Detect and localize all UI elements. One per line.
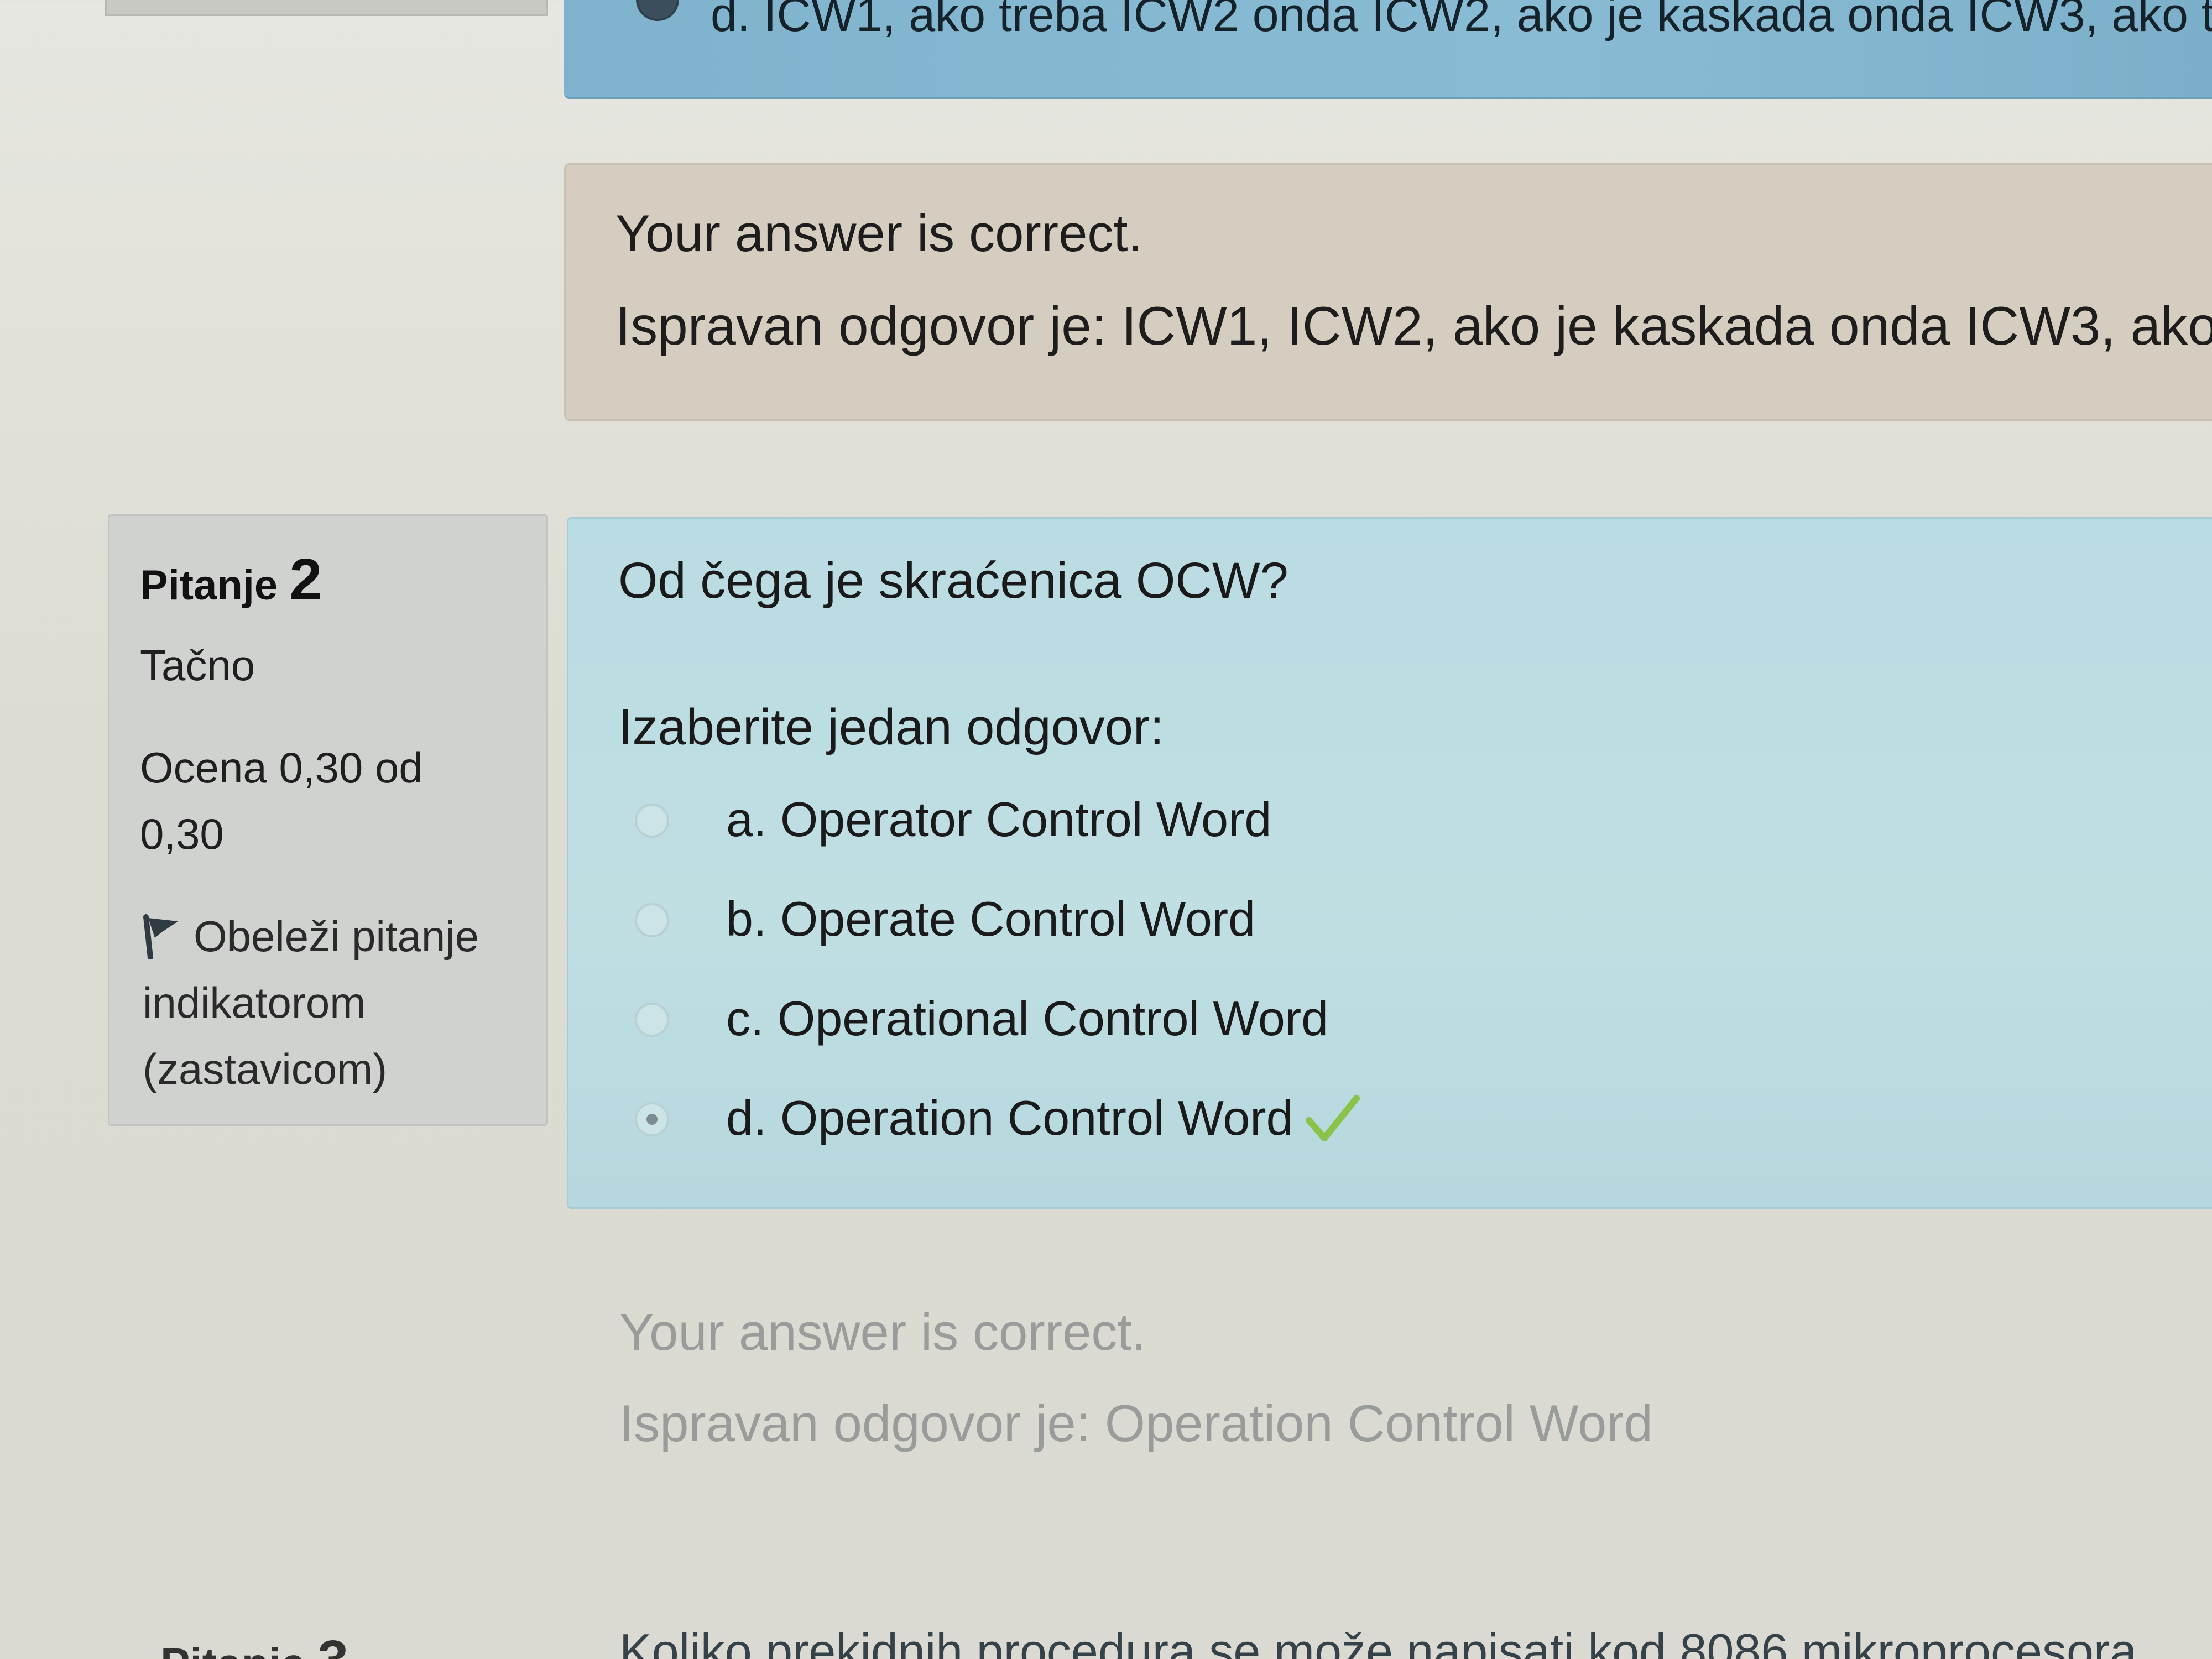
question-text: Od čega je skraćenica OCW? [618, 552, 1288, 609]
flag-question-label[interactable]: Obeleži pitanje indikatorom (zastavicom) [143, 912, 479, 1093]
answer-option-a[interactable]: a. Operator Control Word [635, 781, 2073, 859]
answer-option-b[interactable]: b. Operate Control Word [635, 881, 2073, 958]
question-info-box: Pitanje 2 Tačno Ocena 0,30 od 0,30 Obele… [108, 514, 548, 1126]
flag-question-link[interactable]: Obeleži pitanje indikatorom (zastavicom) [143, 903, 530, 1102]
previous-question-feedback: Your answer is correct. Ispravan odgovor… [564, 163, 2212, 421]
answer-label-a[interactable]: a. Operator Control Word [726, 791, 1271, 848]
next-question-number: 3 [318, 1629, 349, 1659]
question-state: Tačno [140, 641, 255, 690]
check-icon [1305, 1095, 1360, 1141]
previous-answer-radio[interactable] [636, 0, 679, 21]
answer-radio-b[interactable] [635, 903, 669, 937]
answer-radio-a[interactable] [635, 804, 669, 838]
previous-feedback-correct: Your answer is correct. [615, 204, 1142, 262]
answer-radio-d[interactable] [635, 1102, 669, 1136]
previous-answer-text: d. ICW1, ako treba ICW2 onda ICW2, ako j… [711, 0, 2212, 41]
next-question-heading: Pitanje 3 [160, 1629, 348, 1659]
question-grade: Ocena 0,30 od 0,30 [140, 743, 423, 858]
answer-label-c[interactable]: c. Operational Control Word [726, 990, 1328, 1047]
answer-radio-c[interactable] [635, 1003, 669, 1037]
previous-question-info-box [105, 0, 548, 16]
answer-prompt: Izaberite jedan odgovor: [618, 699, 1165, 755]
feedback-right-answer: Ispravan odgovor je: Operation Control W… [619, 1394, 1653, 1452]
previous-question-answer-row: d. ICW1, ako treba ICW2 onda ICW2, ako j… [564, 0, 2212, 99]
question-number: 2 [289, 547, 322, 612]
question-number-heading: Pitanje 2 [140, 546, 322, 613]
answer-option-d[interactable]: d. Operation Control Word [635, 1080, 2073, 1157]
feedback-correct: Your answer is correct. [619, 1303, 1146, 1361]
answer-label-d-row[interactable]: d. Operation Control Word [726, 1090, 1360, 1146]
answer-option-c[interactable]: c. Operational Control Word [635, 980, 2073, 1058]
previous-feedback-right-answer: Ispravan odgovor je: ICW1, ICW2, ako je … [615, 295, 2212, 356]
next-question-text: Koliko prekidnih procedura se može napis… [619, 1624, 2137, 1659]
answer-label-d[interactable]: d. Operation Control Word [726, 1091, 1293, 1145]
question-title-prefix: Pitanje [140, 562, 278, 609]
next-question-title-prefix: Pitanje [160, 1639, 305, 1659]
answer-label-b[interactable]: b. Operate Control Word [726, 891, 1255, 947]
flag-icon[interactable] [143, 914, 181, 959]
question-content-box: Od čega je skraćenica OCW? Izaberite jed… [567, 517, 2212, 1209]
